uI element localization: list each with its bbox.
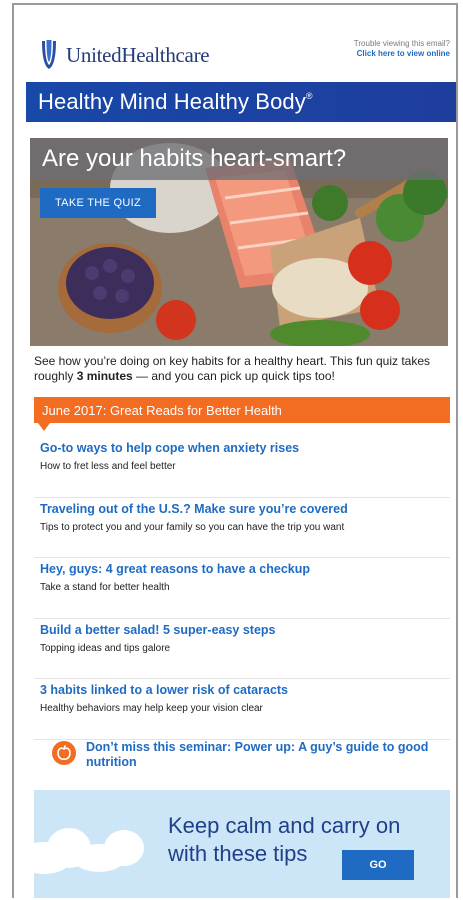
hero-image[interactable]: Are your habits heart-smart? TAKE THE QU… <box>30 138 448 346</box>
article-subtitle: Topping ideas and tips galore <box>40 642 171 654</box>
article-subtitle: Tips to protect you and your family so y… <box>40 521 345 533</box>
keep-calm-line1: Keep calm and carry on <box>168 813 401 838</box>
keep-calm-line2: with these tips <box>168 841 308 866</box>
article-item[interactable]: 3 habits linked to a lower risk of catar… <box>34 679 450 740</box>
apple-icon <box>52 741 76 765</box>
article-item[interactable]: Hey, guys: 4 great reasons to have a che… <box>34 558 450 619</box>
go-button[interactable]: GO <box>342 850 414 880</box>
article-list: Go-to ways to help cope when anxiety ris… <box>34 437 450 740</box>
cloud-icon <box>34 828 144 874</box>
article-item[interactable]: Build a better salad! 5 super-easy steps… <box>34 619 450 679</box>
seminar-link[interactable]: Don’t miss this seminar: Power up: A guy… <box>86 740 436 770</box>
hero-headline-bar: Are your habits heart-smart? <box>30 138 448 180</box>
brand-name: UnitedHealthcare <box>66 42 210 67</box>
brand-logo[interactable]: UnitedHealthcare <box>40 39 210 71</box>
view-online-link[interactable]: Click here to view online <box>354 49 450 59</box>
article-subtitle: Take a stand for better health <box>40 582 170 593</box>
intro-paragraph: See how you’re doing on key habits for a… <box>34 354 444 384</box>
uhc-shield-icon <box>42 40 56 69</box>
keep-calm-promo[interactable]: Keep calm and carry on with these tips G… <box>34 790 450 898</box>
section-title: June 2017: Great Reads for Better Health <box>42 403 282 418</box>
trouble-viewing-text: Trouble viewing this email? <box>353 39 450 48</box>
email-frame: UnitedHealthcare Trouble viewing this em… <box>12 3 458 898</box>
article-title-link[interactable]: Hey, guys: 4 great reasons to have a che… <box>40 562 310 576</box>
article-title-link[interactable]: Go-to ways to help cope when anxiety ris… <box>40 441 299 455</box>
newsletter-title-text: Healthy Mind Healthy Body <box>38 89 306 114</box>
section-header: June 2017: Great Reads for Better Health <box>34 397 450 423</box>
newsletter-title: Healthy Mind Healthy Body® <box>38 89 313 115</box>
take-quiz-button[interactable]: TAKE THE QUIZ <box>40 188 156 218</box>
article-item[interactable]: Traveling out of the U.S.? Make sure you… <box>34 498 450 558</box>
article-title-link[interactable]: Traveling out of the U.S.? Make sure you… <box>40 502 348 516</box>
article-subtitle: How to fret less and feel better <box>40 461 176 472</box>
article-subtitle: Healthy behaviors may help keep your vis… <box>40 703 263 714</box>
intro-text-end: — and you can pick up quick tips too! <box>132 369 335 383</box>
article-item[interactable]: Go-to ways to help cope when anxiety ris… <box>34 437 450 498</box>
intro-emphasis: 3 minutes <box>76 369 133 383</box>
view-online-block: Trouble viewing this email? Click here t… <box>354 39 450 59</box>
registered-mark: ® <box>305 91 313 101</box>
apple-glyph-icon <box>57 745 71 760</box>
hero-headline: Are your habits heart-smart? <box>42 145 347 172</box>
seminar-promo[interactable]: Don’t miss this seminar: Power up: A guy… <box>34 735 450 775</box>
newsletter-banner: Healthy Mind Healthy Body® <box>26 82 456 122</box>
article-title-link[interactable]: Build a better salad! 5 super-easy steps <box>40 623 276 637</box>
article-title-link[interactable]: 3 habits linked to a lower risk of catar… <box>40 683 288 697</box>
email-header: UnitedHealthcare Trouble viewing this em… <box>14 5 456 81</box>
section-header-pointer <box>38 423 50 431</box>
